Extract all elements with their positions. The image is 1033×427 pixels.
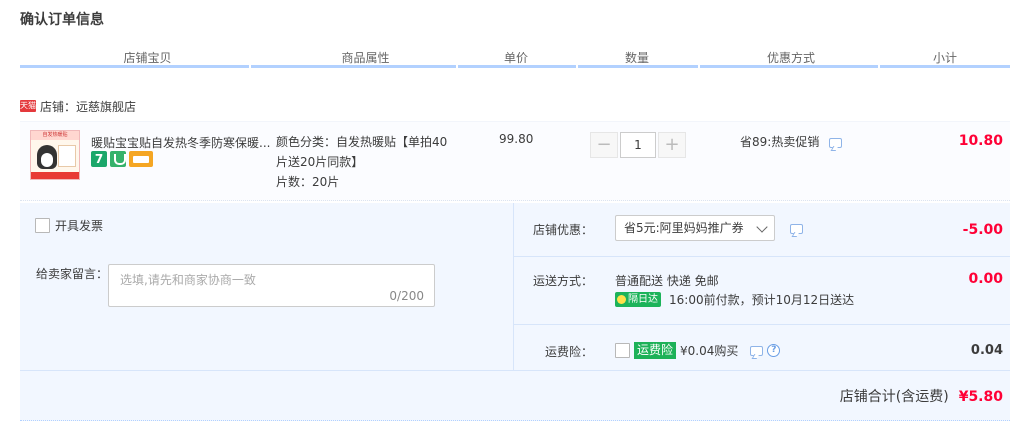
help-icon[interactable]: ? bbox=[767, 344, 781, 357]
invoice-label: 开具发票 bbox=[55, 219, 104, 233]
comment-icon[interactable] bbox=[750, 345, 764, 356]
insurance-label: 运费险： bbox=[544, 345, 593, 359]
invoice-option[interactable]: 开具发票 bbox=[35, 217, 103, 234]
product-title[interactable]: 暖贴宝宝贴自发热冬季防寒保暖... bbox=[91, 134, 271, 151]
shop-total-label: 店铺合计(含运费) bbox=[839, 389, 949, 405]
card-icon[interactable] bbox=[129, 151, 153, 167]
shop-total: 店铺合计(含运费) ¥5.80 bbox=[840, 386, 1003, 406]
promo-info: 省89:热卖促销 bbox=[740, 133, 843, 150]
chevron-down-icon bbox=[756, 221, 768, 233]
item-subtotal: 10.80 bbox=[958, 133, 1003, 149]
insurance-amount: 0.04 bbox=[970, 343, 1003, 358]
attr-color: 颜色分类：自发热暖贴【单拍40 bbox=[276, 135, 448, 149]
insurance-price: ¥0.04购买 bbox=[680, 344, 739, 358]
product-attributes: 颜色分类：自发热暖贴【单拍40 片送20片同款】 片数：20片 bbox=[276, 132, 461, 192]
insurance-checkbox[interactable] bbox=[615, 343, 630, 358]
promo-text: 省89:热卖促销 bbox=[740, 135, 820, 149]
col-header-attributes: 商品属性 bbox=[341, 51, 390, 65]
message-textarea[interactable]: 选填,请先和商家协商一致 0/200 bbox=[108, 264, 435, 307]
col-header-subtotal: 小计 bbox=[932, 51, 957, 65]
attr-count: 片数：20片 bbox=[276, 175, 340, 189]
shipping-method: 普通配送 快递 免邮 bbox=[615, 274, 719, 288]
panel-divider bbox=[513, 324, 1010, 325]
heat-pack-figure bbox=[58, 145, 76, 167]
message-placeholder: 选填,请先和商家协商一致 bbox=[120, 273, 256, 287]
shop-discount-label: 店铺优惠： bbox=[533, 223, 594, 237]
shop-discount-amount: -5.00 bbox=[962, 222, 1003, 238]
unit-price: 99.80 bbox=[499, 132, 534, 146]
shipping-label: 运送方式： bbox=[533, 274, 594, 288]
product-thumbnail[interactable]: 自发热暖贴 bbox=[30, 130, 80, 180]
col-header-quantity: 数量 bbox=[624, 51, 649, 65]
header-separator bbox=[698, 65, 700, 68]
next-day-badge-label: 隔日达 bbox=[628, 294, 658, 305]
message-label: 给卖家留言： bbox=[36, 267, 109, 281]
header-underline bbox=[20, 65, 1010, 68]
quantity-stepper: − + bbox=[590, 131, 686, 159]
col-header-items: 店铺宝贝 bbox=[123, 51, 172, 65]
message-char-count: 0/200 bbox=[389, 289, 424, 303]
shipping-amount: 0.00 bbox=[968, 271, 1003, 287]
shipping-eta-text: 16:00前付款，预计10月12日送达 bbox=[669, 293, 855, 307]
next-day-badge: 隔日达 bbox=[615, 292, 661, 307]
coupon-select[interactable]: 省5元:阿里妈妈推广券 bbox=[615, 215, 775, 241]
page-title: 确认订单信息 bbox=[20, 12, 104, 28]
service-icons: 7 bbox=[91, 151, 153, 167]
insurance-badge: 运费险 bbox=[634, 342, 677, 359]
quantity-input[interactable] bbox=[620, 132, 656, 158]
insurance-option: 运费险 ¥0.04购买 ? bbox=[615, 342, 781, 359]
seven-day-return-icon[interactable]: 7 bbox=[91, 151, 107, 167]
comment-icon[interactable] bbox=[790, 224, 803, 234]
invoice-checkbox[interactable] bbox=[35, 218, 50, 233]
shop-total-amount: ¥5.80 bbox=[958, 389, 1003, 405]
shield-icon[interactable] bbox=[110, 151, 126, 167]
attr-color-cont: 片送20片同款】 bbox=[276, 155, 364, 169]
header-separator bbox=[878, 65, 880, 68]
thumbnail-footer bbox=[31, 172, 79, 179]
shop-name[interactable]: 店铺：远慈旗舰店 bbox=[40, 98, 136, 115]
thumbnail-banner: 自发热暖贴 bbox=[31, 131, 79, 140]
panel-divider bbox=[20, 370, 1010, 371]
lightning-icon bbox=[617, 295, 626, 304]
increment-button[interactable]: + bbox=[658, 132, 686, 158]
header-separator bbox=[456, 65, 458, 68]
tmall-icon: 天猫 bbox=[20, 100, 36, 112]
decrement-button[interactable]: − bbox=[590, 132, 618, 158]
shop-row: 天猫 店铺：远慈旗舰店 bbox=[20, 98, 136, 114]
header-separator bbox=[576, 65, 578, 68]
shipping-eta: 隔日达 16:00前付款，预计10月12日送达 bbox=[615, 291, 854, 308]
panda-belly bbox=[41, 153, 53, 167]
coupon-selected: 省5元:阿里妈妈推广券 bbox=[624, 221, 744, 235]
col-header-price: 单价 bbox=[503, 51, 528, 65]
panel-divider bbox=[513, 256, 1010, 257]
panel-divider bbox=[513, 203, 514, 370]
header-separator bbox=[249, 65, 251, 68]
comment-icon[interactable] bbox=[829, 138, 843, 148]
col-header-discount: 优惠方式 bbox=[766, 51, 815, 65]
